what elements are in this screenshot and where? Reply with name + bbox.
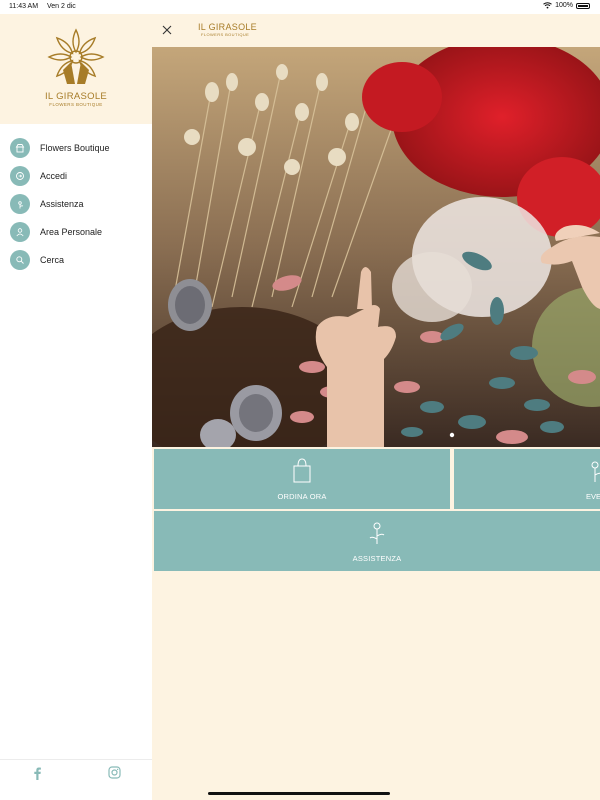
sidebar-item-accedi[interactable]: Accedi: [0, 162, 152, 190]
search-icon: [10, 250, 30, 270]
sidebar-menu: Flowers Boutique Accedi Assistenza Area …: [0, 134, 152, 274]
bag-icon: [293, 458, 311, 483]
status-date: Ven 2 dic: [47, 3, 76, 10]
sidebar: IL GIRASOLE FLOWERS BOUTIQUE Flowers Bou…: [0, 14, 152, 800]
sidebar-header: IL GIRASOLE FLOWERS BOUTIQUE: [0, 14, 152, 124]
main-content: IL GIRASOLE FLOWERS BOUTIQUE ORDINA ORA …: [152, 14, 600, 800]
brand-title: IL GIRASOLE: [44, 91, 108, 102]
shop-icon: [10, 138, 30, 158]
battery-percent: 100%: [555, 2, 573, 9]
sidebar-item-flowers-boutique[interactable]: Flowers Boutique: [0, 134, 152, 162]
tile-label: ORDINA ORA: [277, 492, 327, 501]
header-title: IL GIRASOLE: [198, 22, 257, 32]
battery-icon: [576, 2, 590, 9]
close-icon[interactable]: [162, 25, 172, 35]
sidebar-item-cerca[interactable]: Cerca: [0, 246, 152, 274]
sidebar-item-area-personale[interactable]: Area Personale: [0, 218, 152, 246]
flower-icon: [591, 461, 600, 482]
home-indicator[interactable]: [208, 792, 390, 795]
user-icon: [10, 222, 30, 242]
sidebar-item-label: Cerca: [40, 255, 65, 265]
flower-icon: [369, 522, 385, 544]
dried-flowers-photo: [152, 47, 600, 447]
tile-eventi[interactable]: EVE: [454, 449, 600, 509]
sidebar-footer: [0, 759, 152, 788]
wifi-icon: [543, 2, 552, 9]
carousel-dot: [449, 432, 455, 438]
sidebar-item-label: Flowers Boutique: [40, 143, 110, 153]
status-bar: 11:43 AM Ven 2 dic 100%: [0, 0, 600, 14]
tile-ordina-ora[interactable]: ORDINA ORA: [154, 449, 450, 509]
top-bar: IL GIRASOLE FLOWERS BOUTIQUE: [152, 14, 600, 47]
facebook-icon[interactable]: [31, 766, 43, 780]
status-time: 11:43 AM: [9, 3, 39, 10]
sidebar-item-label: Accedi: [40, 171, 68, 181]
sidebar-item-label: Area Personale: [40, 227, 103, 237]
header-subtitle: FLOWERS BOUTIQUE: [201, 32, 250, 37]
flower-icon: [10, 194, 30, 214]
hero-image[interactable]: [152, 47, 600, 447]
tile-assistenza[interactable]: ASSISTENZA: [154, 511, 600, 571]
login-icon: [10, 166, 30, 186]
status-right: 100%: [543, 2, 590, 9]
tile-label: EVE: [586, 492, 600, 501]
sidebar-item-label: Assistenza: [40, 199, 84, 209]
sidebar-item-assistenza[interactable]: Assistenza: [0, 190, 152, 218]
sunflower-logo-icon: [47, 28, 105, 84]
brand-subtitle: FLOWERS BOUTIQUE: [49, 102, 103, 107]
tile-label: ASSISTENZA: [352, 554, 402, 563]
instagram-icon[interactable]: [108, 766, 121, 779]
